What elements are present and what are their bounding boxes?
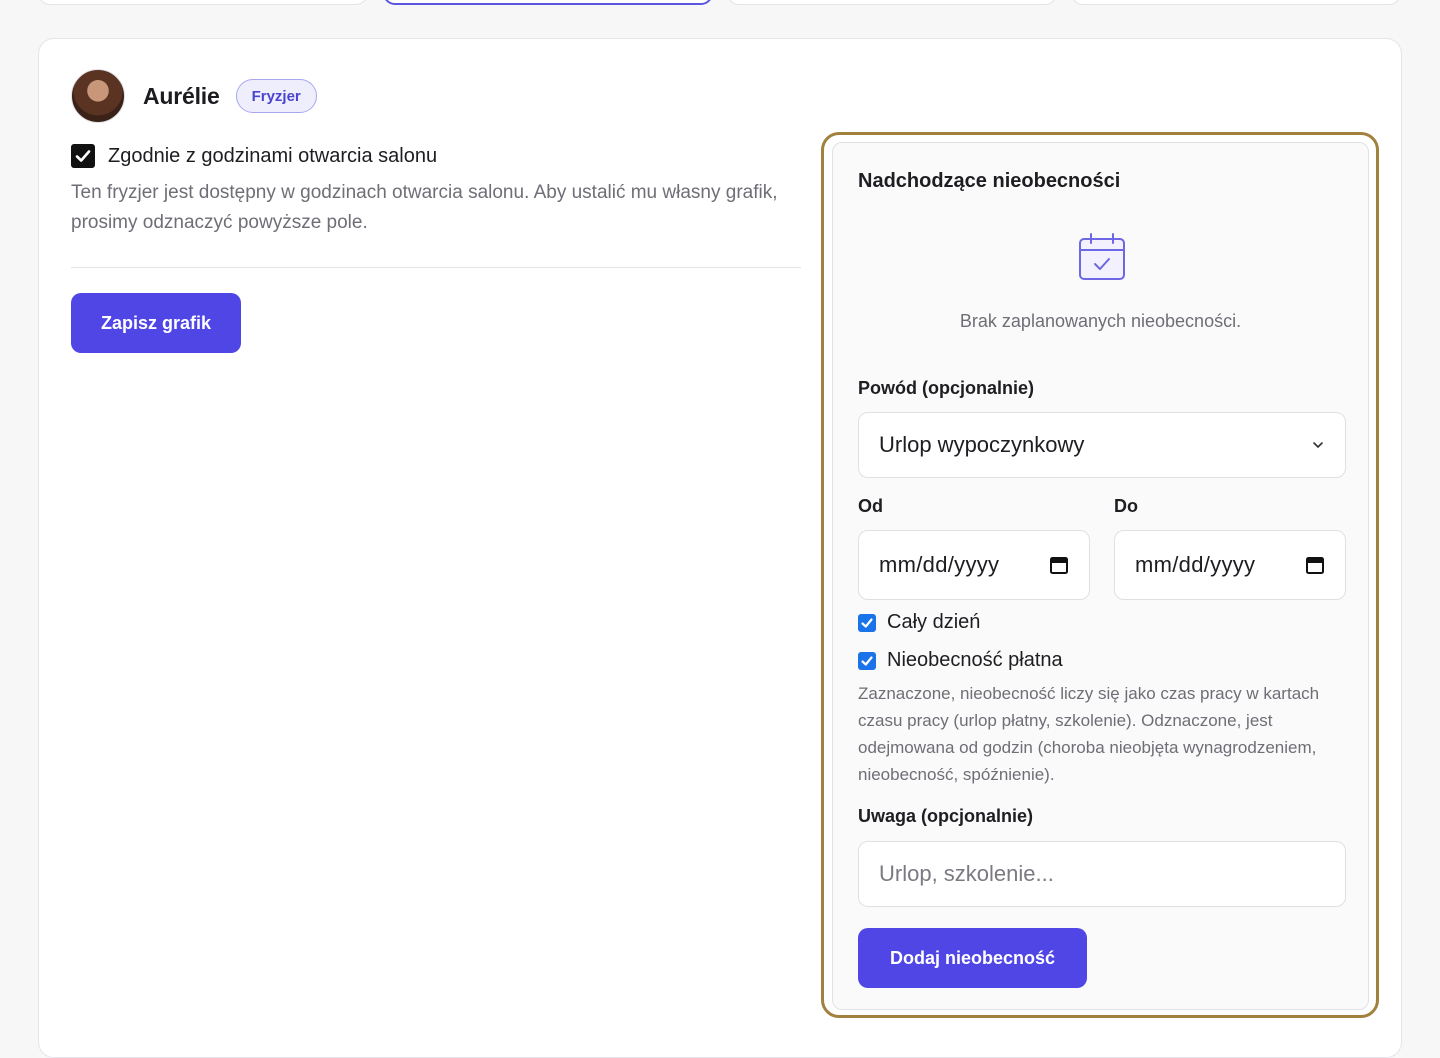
note-label: Uwaga (opcjonalnie) xyxy=(858,806,1034,826)
calendar-icon[interactable] xyxy=(1049,555,1069,575)
absence-highlight-frame: Nadchodzące nieobecności Brak zaplanowan… xyxy=(821,132,1379,1018)
from-date-input[interactable]: mm/dd/yyyy xyxy=(858,530,1090,600)
calendar-icon[interactable] xyxy=(1305,555,1325,575)
to-date-value: mm/dd/yyyy xyxy=(1135,552,1256,577)
tab-active[interactable] xyxy=(383,0,713,5)
avatar xyxy=(71,69,125,123)
to-date-input[interactable]: mm/dd/yyyy xyxy=(1114,530,1346,600)
absences-title: Nadchodzące nieobecności xyxy=(858,170,1121,192)
employee-header: Aurélie Fryzjer xyxy=(71,69,317,123)
chevron-down-icon xyxy=(1313,442,1323,448)
reason-label: Powód (opcjonalnie) xyxy=(858,378,1034,398)
tab[interactable] xyxy=(727,0,1057,5)
check-icon xyxy=(861,655,873,666)
note-input[interactable] xyxy=(858,841,1346,907)
paid-absence-description: Zaznaczone, nieobecność liczy się jako c… xyxy=(858,684,1320,784)
paid-absence-label: Nieobecność płatna xyxy=(887,649,1063,671)
from-date-value: mm/dd/yyyy xyxy=(879,552,1000,577)
paid-absence-checkbox[interactable] xyxy=(858,651,876,670)
paid-absence-toggle[interactable]: Nieobecność płatna xyxy=(858,649,1063,672)
from-label: Od xyxy=(858,496,883,516)
employee-schedule-card: Aurélie Fryzjer Zgodnie z godzinami otwa… xyxy=(38,38,1402,1058)
employee-name: Aurélie xyxy=(143,82,220,109)
add-absence-button[interactable]: Dodaj nieobecność xyxy=(858,928,1087,988)
divider xyxy=(71,267,801,268)
all-day-toggle[interactable]: Cały dzień xyxy=(858,611,980,634)
role-badge: Fryzjer xyxy=(235,79,317,113)
top-tab-bar xyxy=(0,0,1440,10)
salon-hours-label: Zgodnie z godzinami otwarcia salonu xyxy=(108,144,438,167)
salon-hours-toggle[interactable]: Zgodnie z godzinami otwarcia salonu xyxy=(71,144,437,168)
save-schedule-button[interactable]: Zapisz grafik xyxy=(71,293,241,353)
reason-select-value: Urlop wypoczynkowy xyxy=(879,432,1085,457)
salon-hours-checkbox[interactable] xyxy=(71,144,95,168)
to-label: Do xyxy=(1114,496,1138,516)
reason-select[interactable]: Urlop wypoczynkowy xyxy=(858,412,1346,478)
all-day-checkbox[interactable] xyxy=(858,613,876,632)
tab[interactable] xyxy=(1071,0,1401,5)
absence-panel: Nadchodzące nieobecności Brak zaplanowan… xyxy=(832,142,1369,1010)
calendar-check-icon xyxy=(1079,233,1125,280)
check-icon xyxy=(861,617,873,628)
salon-hours-description: Ten fryzjer jest dostępny w godzinach ot… xyxy=(71,182,778,233)
tab[interactable] xyxy=(38,0,368,5)
no-absences-text: Brak zaplanowanych nieobecności. xyxy=(959,311,1242,331)
check-icon xyxy=(75,150,91,162)
all-day-label: Cały dzień xyxy=(887,611,981,633)
